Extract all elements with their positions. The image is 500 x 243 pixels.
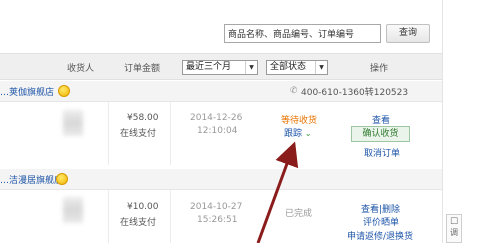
order-status: 等待收货: [281, 116, 318, 126]
shop-phone: 400-610-1360转120523: [301, 88, 409, 98]
blurred-consignee: [63, 110, 83, 136]
review-link[interactable]: 评价晒单: [363, 215, 399, 228]
shop-name-link[interactable]: …洁漫居旗舰店: [0, 173, 63, 186]
view-delete-links[interactable]: 查看|删除: [361, 202, 400, 215]
order-table-header: 收货人 订单金额 最近三个月 ▼ 全部状态 ▼ 操作: [0, 53, 442, 80]
wangwang-chat-icon[interactable]: [56, 173, 68, 185]
shop-bar: …洁漫居旗舰店: [0, 169, 442, 190]
divider: [170, 102, 171, 165]
order-status: 已完成: [285, 209, 313, 219]
feedback-widget[interactable]: ☐ 调: [446, 214, 462, 243]
wangwang-chat-icon[interactable]: [58, 85, 70, 97]
confirm-receipt-button[interactable]: 确认收货: [351, 126, 410, 142]
chevron-down-icon: ▼: [245, 61, 257, 74]
payment-method: 在线支付: [120, 129, 157, 139]
order-time: 15:26:51: [197, 215, 238, 225]
search-button[interactable]: 查询: [386, 24, 430, 43]
order-time: 12:10:04: [197, 126, 238, 136]
actions-header: 操作: [370, 64, 389, 74]
amount-header: 订单金额: [124, 64, 161, 74]
consignee-header: 收货人: [67, 64, 95, 74]
order-search-input[interactable]: 商品名称、商品编号、订单编号: [224, 24, 381, 43]
order-date: 2014-10-27: [190, 202, 243, 212]
payment-method: 在线支付: [120, 218, 157, 228]
time-range-value: 最近三个月: [186, 62, 232, 72]
divider: [108, 102, 109, 165]
order-price: ¥10.00: [127, 202, 159, 212]
track-link[interactable]: 跟踪 ⌄: [284, 126, 312, 139]
order-price: ¥58.00: [127, 113, 159, 123]
status-select[interactable]: 全部状态 ▼: [266, 60, 328, 75]
time-range-select[interactable]: 最近三个月 ▼: [182, 60, 258, 75]
order-date: 2014-12-26: [190, 113, 243, 123]
view-order-link[interactable]: 查看: [372, 113, 390, 126]
shop-bar: …荚伽旗舰店 ✆ 400-610-1360转120523: [0, 81, 442, 102]
divider: [170, 190, 171, 243]
return-request-link[interactable]: 申请返修/退换货: [347, 229, 413, 242]
chevron-down-icon: ▼: [315, 61, 327, 74]
blurred-consignee: [63, 197, 83, 223]
feedback-label: 调: [450, 228, 458, 237]
shop-name-link[interactable]: …荚伽旗舰店: [0, 85, 54, 98]
cancel-order-link[interactable]: 取消订单: [364, 146, 400, 159]
status-value: 全部状态: [270, 62, 307, 72]
phone-icon: ✆: [290, 86, 298, 96]
feedback-icon: ☐: [449, 217, 459, 227]
track-label: 跟踪: [284, 129, 303, 139]
chevron-down-icon: ⌄: [304, 129, 312, 138]
divider: [108, 190, 109, 243]
